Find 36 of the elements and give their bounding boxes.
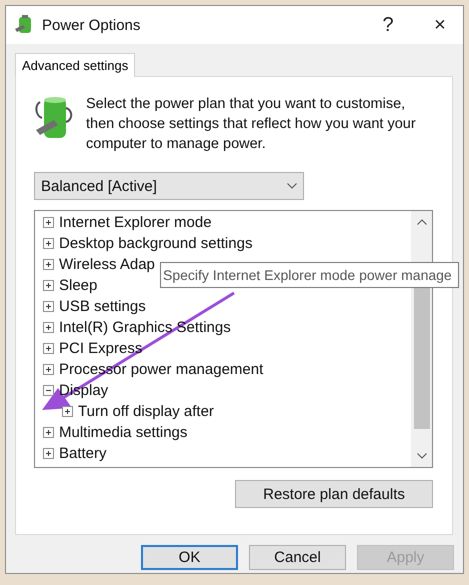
tree-item[interactable]: Desktop background settings: [59, 235, 252, 252]
tree-item[interactable]: Battery: [59, 445, 107, 462]
tree-item[interactable]: Internet Explorer mode: [59, 214, 212, 231]
battery-plug-icon: [34, 94, 74, 140]
chevron-down-icon: [287, 183, 297, 189]
expand-icon[interactable]: [43, 259, 54, 270]
expand-icon[interactable]: [43, 427, 54, 438]
dialog-button[interactable]: OK: [141, 545, 238, 570]
collapse-icon[interactable]: [43, 385, 54, 396]
tree-item[interactable]: Turn off display after: [78, 403, 214, 420]
tree-item[interactable]: Wireless Adap: [59, 256, 155, 273]
expand-icon[interactable]: [43, 217, 54, 228]
tree-item[interactable]: Intel(R) Graphics Settings: [59, 319, 231, 336]
expand-icon[interactable]: [43, 448, 54, 459]
tab[interactable]: Advanced settings: [15, 53, 136, 77]
expand-icon[interactable]: [62, 406, 73, 417]
tooltip: Specify Internet Explorer mode power manage: [160, 262, 459, 288]
plan-dropdown[interactable]: Balanced [Active]: [34, 172, 304, 200]
window-title: Power Options: [42, 16, 142, 34]
tree-item[interactable]: USB settings: [59, 298, 146, 315]
expand-icon[interactable]: [43, 301, 54, 312]
expand-icon[interactable]: [43, 280, 54, 291]
help-button[interactable]: ?: [365, 10, 411, 40]
expand-icon[interactable]: [43, 238, 54, 249]
tree-item[interactable]: PCI Express: [59, 340, 142, 357]
chevron-down-icon[interactable]: [417, 453, 427, 459]
chevron-up-icon[interactable]: [417, 219, 427, 225]
tree-item[interactable]: Multimedia settings: [59, 424, 188, 441]
expand-icon[interactable]: [43, 343, 54, 354]
expand-icon[interactable]: [43, 322, 54, 333]
restore-defaults-button[interactable]: Restore plan defaults: [235, 480, 433, 508]
close-button[interactable]: ×: [417, 10, 463, 40]
expand-icon[interactable]: [43, 364, 54, 375]
dialog-button[interactable]: Cancel: [249, 545, 346, 570]
tree-item[interactable]: Sleep: [59, 277, 98, 294]
instruction-text: Select the power plan that you want to customise, then choose settings that reflect how you want your computer to manage power.: [86, 95, 417, 154]
